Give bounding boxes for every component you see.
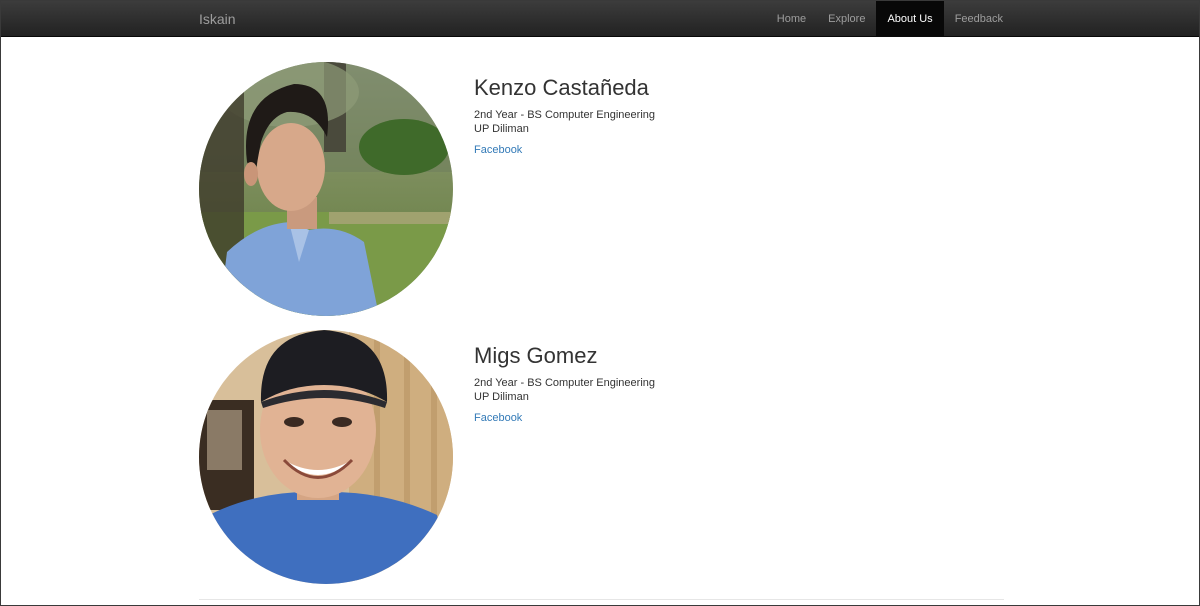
member-info: Migs Gomez 2nd Year - BS Computer Engine… [474, 343, 655, 426]
member-card: Migs Gomez 2nd Year - BS Computer Engine… [199, 330, 1004, 586]
brand-link[interactable]: Iskain [199, 1, 236, 37]
nav-link-about-us[interactable]: About Us [876, 1, 944, 37]
nav-item-feedback: Feedback [944, 1, 1014, 37]
nav-item-home: Home [766, 1, 817, 37]
member-facebook-link[interactable]: Facebook [474, 143, 522, 157]
member-school: UP Diliman [474, 123, 529, 135]
nav-item-about-us: About Us [876, 1, 944, 37]
member-photo [199, 62, 453, 316]
member-school: UP Diliman [474, 391, 529, 403]
footer-divider [199, 599, 1004, 600]
member-photo-image [199, 330, 453, 584]
member-name: Kenzo Castañeda [474, 75, 649, 100]
nav-link-home[interactable]: Home [766, 1, 817, 37]
member-card: Kenzo Castañeda 2nd Year - BS Computer E… [199, 62, 1004, 318]
nav-item-explore: Explore [817, 1, 876, 37]
member-info: Kenzo Castañeda 2nd Year - BS Computer E… [474, 75, 655, 158]
nav-link-feedback[interactable]: Feedback [944, 1, 1014, 37]
member-facebook-link[interactable]: Facebook [474, 411, 522, 425]
navbar: Iskain Home Explore About Us Feedback [1, 1, 1199, 37]
member-year-program: 2nd Year - BS Computer Engineering [474, 109, 656, 121]
nav-link-explore[interactable]: Explore [817, 1, 876, 37]
member-year-program: 2nd Year - BS Computer Engineering [474, 377, 656, 389]
member-name: Migs Gomez [474, 343, 598, 368]
nav-menu: Home Explore About Us Feedback [766, 1, 1014, 37]
member-photo [199, 330, 453, 584]
member-photo-image [199, 62, 453, 316]
